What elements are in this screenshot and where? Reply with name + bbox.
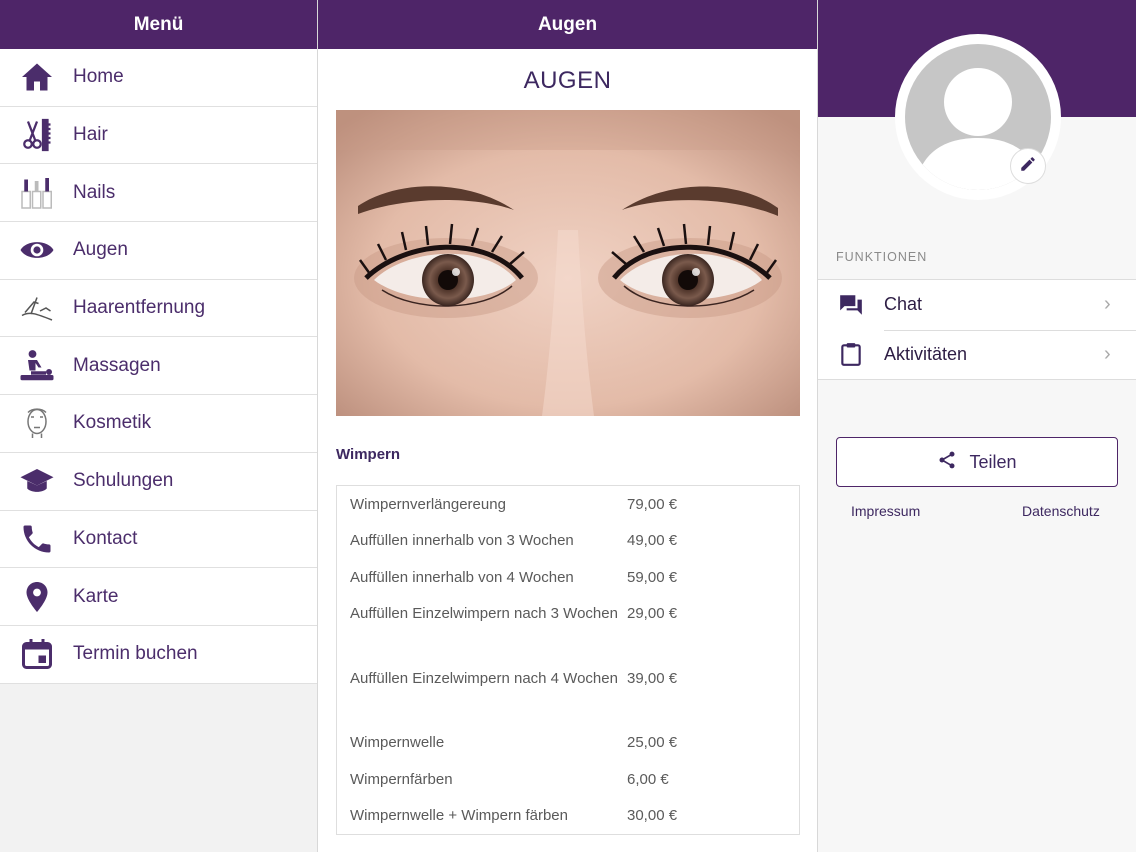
price-item-value: 49,00 € (627, 532, 678, 549)
price-item-name: Auffüllen Einzelwimpern nach 3 Wochen (350, 605, 618, 622)
price-item-name: Auffüllen innerhalb von 4 Wochen (350, 568, 574, 586)
menu-item-home[interactable]: Home (0, 49, 317, 107)
face-mask-icon (0, 395, 73, 452)
price-item-name: Wimpernfärben (350, 770, 453, 788)
menu-header: Menü (0, 0, 317, 49)
menu-item-kontact[interactable]: Kontact (0, 510, 317, 569)
price-row: Wimpernwelle + Wimpern färben 30,00 € (337, 802, 799, 839)
edit-avatar-button[interactable] (1010, 148, 1046, 184)
chat-icon (818, 292, 884, 318)
content-header-title: Augen (537, 13, 598, 35)
price-item-value: 59,00 € (627, 568, 678, 586)
menu-item-kosmetik[interactable]: Kosmetik (0, 395, 317, 453)
menu-item-label: Termin buchen (73, 643, 198, 665)
menu-item-massagen[interactable]: Massagen (0, 337, 317, 396)
function-label: Chat (884, 294, 923, 315)
menu-list: Home Hair Nails Augen Haarentfernung Mas… (0, 49, 317, 684)
menu-item-label: Haarentfernung (73, 297, 206, 319)
price-row: Auffüllen innerhalb von 4 Wochen 59,00 € (337, 564, 799, 601)
menu-item-termin-buchen[interactable]: Termin buchen (0, 625, 317, 684)
price-row: Wimpernverlängereung 79,00 € (337, 491, 799, 528)
price-row: Auffüllen innerhalb von 3 Wochen 49,00 € (337, 527, 799, 564)
menu-item-haarentfernung[interactable]: Haarentfernung (0, 279, 317, 338)
profile-panel: FUNKTIONEN Chat › Aktivitäten › Teilen I… (818, 0, 1136, 852)
datenschutz-link[interactable]: Datenschutz (1022, 503, 1100, 519)
menu-item-label: Augen (73, 239, 128, 261)
calendar-icon (0, 626, 73, 683)
graduation-cap-icon (0, 453, 73, 510)
massage-icon (0, 337, 73, 394)
menu-item-nails[interactable]: Nails (0, 164, 317, 223)
menu-item-schulungen[interactable]: Schulungen (0, 452, 317, 511)
price-row: Auffüllen Einzelwimpern nach 4 Wochen 39… (337, 665, 799, 730)
impressum-link[interactable]: Impressum (851, 503, 920, 519)
price-row: Wimpernwelle 25,00 € (337, 729, 799, 766)
content-panel: Augen AUGEN Wimpern Wimpernverlängereung… (318, 0, 818, 852)
menu-item-label: Karte (73, 585, 119, 607)
price-item-name: Auffüllen Einzelwimpern nach 4 Wochen (350, 669, 618, 687)
menu-item-hair[interactable]: Hair (0, 106, 317, 165)
menu-item-augen[interactable]: Augen (0, 222, 317, 280)
menu-item-label: Nails (73, 181, 116, 203)
eye-icon (0, 222, 73, 279)
clipboard-icon (818, 341, 884, 367)
menu-item-label: Kontact (73, 527, 138, 549)
share-button[interactable]: Teilen (836, 437, 1118, 487)
section-heading: Wimpern (336, 446, 401, 463)
price-item-name: Wimpernwelle + Wimpern färben (350, 807, 568, 824)
price-row: Wimpernfärben 6,00 € (337, 766, 799, 803)
price-item-value: 30,00 € (627, 807, 678, 824)
price-item-name: Wimpernverlängereung (350, 495, 506, 513)
share-label: Teilen (969, 451, 1017, 472)
chevron-right-icon: › (1104, 293, 1111, 316)
eyes-photo (336, 110, 800, 416)
price-row: Auffüllen Einzelwimpern nach 3 Wochen 29… (337, 600, 799, 665)
nail-polish-icon (0, 164, 73, 221)
side-menu: Menü Home Hair Nails Augen Haarentfernun… (0, 0, 318, 852)
menu-item-label: Hair (73, 124, 108, 146)
menu-item-label: Kosmetik (73, 412, 152, 434)
price-item-value: 39,00 € (627, 669, 678, 687)
content-header: Augen (318, 0, 817, 49)
functions-list: Chat › Aktivitäten › (818, 279, 1136, 380)
share-icon (937, 450, 957, 475)
hair-removal-icon (0, 280, 73, 337)
scissors-comb-icon (0, 107, 73, 164)
pencil-icon (1019, 155, 1037, 178)
function-item-chat[interactable]: Chat › (818, 280, 1136, 330)
price-item-value: 25,00 € (627, 734, 678, 751)
price-list: Wimpernverlängereung 79,00 € Auffüllen i… (336, 485, 800, 835)
price-item-value: 79,00 € (627, 495, 678, 513)
phone-icon (0, 510, 73, 567)
functions-label: FUNKTIONEN (836, 250, 928, 264)
page-title: AUGEN (523, 67, 612, 94)
menu-item-label: Home (73, 66, 124, 88)
function-label: Aktivitäten (884, 343, 968, 364)
price-item-name: Auffüllen innerhalb von 3 Wochen (350, 532, 574, 549)
menu-item-label: Schulungen (73, 470, 174, 492)
map-pin-icon (0, 568, 73, 625)
function-item-aktivitaeten[interactable]: Aktivitäten › (818, 329, 1136, 380)
price-item-value: 6,00 € (627, 770, 669, 788)
price-item-name: Wimpernwelle (350, 734, 445, 751)
chevron-right-icon: › (1104, 342, 1111, 365)
menu-title: Menü (133, 13, 184, 35)
price-item-value: 29,00 € (627, 605, 678, 622)
menu-item-label: Massagen (73, 354, 161, 376)
menu-item-karte[interactable]: Karte (0, 568, 317, 626)
home-icon (0, 49, 73, 106)
